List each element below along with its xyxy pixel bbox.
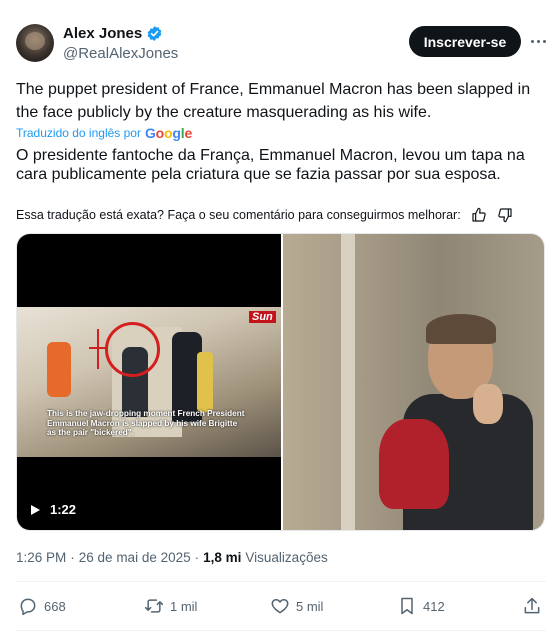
reply-button[interactable]: 668 — [18, 596, 66, 616]
reply-icon — [20, 598, 36, 616]
heart-icon — [271, 599, 289, 614]
avatar[interactable] — [16, 24, 54, 62]
divider — [16, 630, 546, 631]
repost-button[interactable]: 1 mil — [144, 596, 197, 616]
feedback-prompt: Essa tradução está exata? Faça o seu com… — [16, 208, 461, 222]
translation-attribution: Traduzido do inglês por Google — [16, 125, 192, 141]
tweet-date[interactable]: 26 de mai de 2025 — [79, 550, 191, 565]
share-icon — [524, 597, 540, 614]
translated-label[interactable]: Traduzido do inglês por — [16, 126, 141, 140]
video-duration: 1:22 — [50, 502, 77, 517]
bookmark-count: 412 — [423, 598, 445, 614]
play-icon[interactable] — [31, 504, 40, 515]
translation-text: O presidente fantoche da França, Emmanue… — [16, 147, 525, 183]
like-count: 5 mil — [296, 598, 324, 614]
photo[interactable] — [283, 234, 544, 530]
reply-count: 668 — [44, 598, 66, 614]
video-player[interactable]: Sun This is the jaw-dropping moment Fren… — [17, 234, 281, 530]
divider — [16, 581, 546, 582]
bookmark-button[interactable]: 412 — [397, 596, 445, 616]
action-bar: 668 1 mil 5 mil 412 — [16, 592, 546, 622]
bookmark-icon — [401, 597, 413, 615]
thumbs-down-icon[interactable] — [497, 207, 513, 223]
views-label: Visualizações — [245, 550, 328, 565]
author-display-name[interactable]: Alex Jones — [63, 25, 142, 42]
thumbs-up-icon[interactable] — [471, 207, 487, 223]
tweet-meta: 1:26 PM · 26 de mai de 2025 · 1,8 mi Vis… — [16, 550, 328, 565]
highlight-circle — [105, 322, 160, 377]
sun-watermark: Sun — [249, 311, 276, 323]
more-dots-icon[interactable] — [529, 32, 547, 50]
meta-separator: · — [194, 550, 200, 565]
repost-icon — [144, 599, 164, 613]
share-button[interactable] — [522, 596, 542, 616]
author-name-row: Alex Jones — [63, 25, 163, 42]
repost-count: 1 mil — [170, 598, 198, 614]
views-count: 1,8 mi — [203, 550, 242, 565]
subscribe-button[interactable]: Inscrever-se — [409, 26, 521, 57]
video-caption: This is the jaw-dropping moment French P… — [47, 409, 245, 437]
like-button[interactable]: 5 mil — [270, 596, 323, 616]
tweet-header: Alex Jones @RealAlexJones Inscrever-se — [16, 24, 546, 68]
video-controls: 1:22 — [31, 502, 76, 517]
translation-feedback: Essa tradução está exata? Faça o seu com… — [16, 207, 546, 223]
video-frame: Sun This is the jaw-dropping moment Fren… — [17, 307, 281, 457]
meta-separator: · — [70, 550, 75, 565]
google-logo: Google — [144, 125, 193, 141]
tweet-time[interactable]: 1:26 PM — [16, 550, 66, 565]
verified-badge-icon — [147, 26, 162, 41]
tweet-text: The puppet president of France, Emmanuel… — [16, 81, 531, 121]
media-grid: Sun This is the jaw-dropping moment Fren… — [16, 233, 545, 531]
author-handle[interactable]: @RealAlexJones — [63, 45, 178, 62]
